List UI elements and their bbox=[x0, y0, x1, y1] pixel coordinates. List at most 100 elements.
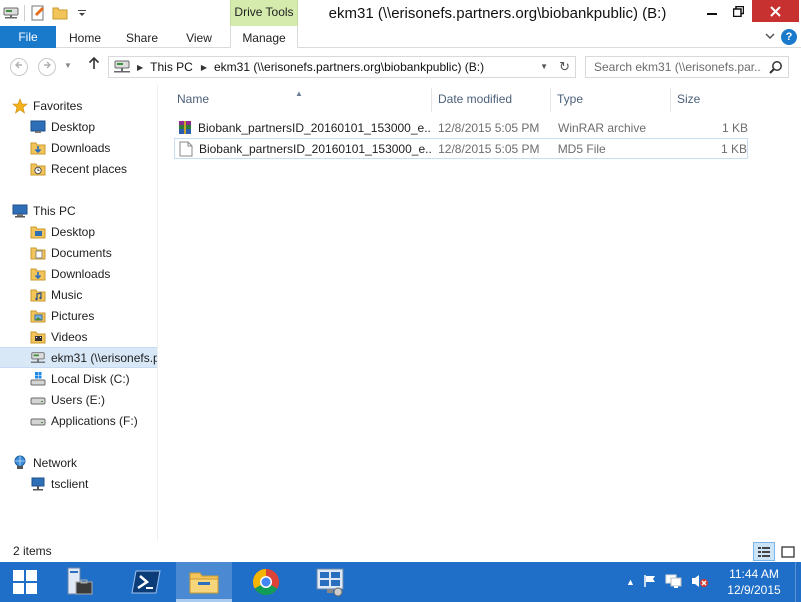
navigation-pane: Favorites Desktop Downloads Recent place… bbox=[0, 85, 158, 541]
taskbar-powershell[interactable] bbox=[118, 562, 174, 602]
nav-pc-applications-f[interactable]: Applications (F:) bbox=[0, 410, 157, 431]
documents-folder-icon bbox=[30, 245, 46, 261]
drive-icon[interactable] bbox=[2, 4, 20, 22]
file-row[interactable]: Biobank_partnersID_20160101_153000_e... … bbox=[174, 138, 748, 159]
toolbar-separator bbox=[24, 5, 25, 21]
generic-file-icon bbox=[178, 141, 194, 157]
recent-locations-chevron-icon[interactable]: ▼ bbox=[64, 61, 72, 70]
nav-favorites-downloads[interactable]: Downloads bbox=[0, 137, 157, 158]
tab-file[interactable]: File bbox=[0, 26, 56, 48]
column-header-size[interactable]: Size bbox=[671, 88, 751, 112]
chrome-icon bbox=[252, 568, 280, 596]
nav-pc-pictures[interactable]: Pictures bbox=[0, 305, 157, 326]
file-size: 1 KB bbox=[721, 120, 748, 135]
close-button[interactable] bbox=[752, 0, 799, 22]
show-desktop-button[interactable] bbox=[795, 562, 801, 602]
nav-this-pc[interactable]: This PC bbox=[0, 200, 157, 221]
network-drive-icon bbox=[113, 60, 131, 74]
restore-button[interactable] bbox=[725, 0, 752, 22]
computer-icon bbox=[12, 203, 28, 219]
address-bar[interactable]: ▶ This PC ▶ ekm31 (\\erisonefs.partners.… bbox=[108, 56, 576, 78]
powershell-icon bbox=[131, 570, 161, 594]
nav-label: Downloads bbox=[51, 266, 111, 281]
nav-label: Favorites bbox=[33, 98, 83, 113]
forward-button[interactable] bbox=[38, 58, 56, 76]
up-button[interactable] bbox=[86, 56, 102, 75]
tab-view[interactable]: View bbox=[172, 26, 226, 48]
tab-manage[interactable]: Manage bbox=[230, 26, 298, 48]
details-view-button[interactable] bbox=[753, 542, 775, 561]
nav-network[interactable]: Network bbox=[0, 452, 157, 473]
column-header-type[interactable]: Type bbox=[551, 88, 671, 112]
column-header-label: Name bbox=[177, 92, 210, 106]
tab-home[interactable]: Home bbox=[58, 26, 112, 48]
help-icon[interactable]: ? bbox=[781, 29, 797, 45]
address-history-chevron-icon[interactable]: ▼ bbox=[540, 62, 548, 71]
minimize-button[interactable] bbox=[698, 0, 725, 22]
videos-folder-icon bbox=[30, 329, 46, 345]
nav-label: Music bbox=[51, 287, 83, 302]
quick-access-toolbar bbox=[0, 0, 91, 26]
expand-ribbon-icon[interactable] bbox=[765, 32, 775, 43]
nav-pc-users-e[interactable]: Users (E:) bbox=[0, 389, 157, 410]
music-folder-icon bbox=[30, 287, 46, 303]
column-header-label: Type bbox=[557, 92, 584, 106]
breadcrumb-separator-icon[interactable]: ▶ bbox=[201, 63, 207, 72]
clock-date: 12/9/2015 bbox=[727, 583, 781, 597]
large-icons-view-button[interactable] bbox=[777, 542, 799, 561]
network-status-icon[interactable] bbox=[665, 573, 683, 592]
breadcrumb-current-drive[interactable]: ekm31 (\\erisonefs.partners.org\biobankp… bbox=[214, 60, 484, 74]
column-header-name[interactable]: ▲ Name bbox=[174, 88, 432, 112]
volume-muted-icon[interactable] bbox=[691, 573, 709, 592]
network-drive-icon bbox=[30, 350, 46, 366]
sort-ascending-icon: ▲ bbox=[295, 89, 303, 98]
file-name: Biobank_partnersID_20160101_153000_e... bbox=[198, 141, 433, 156]
new-folder-icon[interactable] bbox=[51, 4, 69, 22]
nav-favorites-recent-places[interactable]: Recent places bbox=[0, 158, 157, 179]
large-icons-view-icon bbox=[781, 545, 795, 558]
search-input[interactable] bbox=[586, 57, 762, 77]
file-date-modified: 12/8/2015 5:05 PM bbox=[438, 120, 540, 135]
close-icon bbox=[770, 5, 781, 17]
back-button[interactable] bbox=[10, 58, 28, 76]
nav-favorites-desktop[interactable]: Desktop bbox=[0, 116, 157, 137]
nav-pc-local-disk-c[interactable]: Local Disk (C:) bbox=[0, 368, 157, 389]
star-icon bbox=[12, 97, 28, 114]
action-center-flag-icon[interactable] bbox=[643, 574, 657, 591]
item-count: 2 items bbox=[13, 544, 52, 558]
search-icon[interactable] bbox=[769, 60, 783, 77]
taskbar-chrome[interactable] bbox=[238, 562, 294, 602]
nav-network-tsclient[interactable]: tsclient bbox=[0, 473, 157, 494]
refresh-icon[interactable]: ↻ bbox=[559, 59, 570, 75]
tab-share[interactable]: Share bbox=[114, 26, 170, 48]
properties-icon[interactable] bbox=[29, 4, 47, 22]
nav-label: Desktop bbox=[51, 224, 96, 239]
taskbar-remote-desktop[interactable] bbox=[302, 562, 358, 602]
remote-desktop-icon bbox=[316, 568, 344, 597]
nav-label: Recent places bbox=[51, 161, 128, 176]
arrow-left-icon bbox=[15, 61, 22, 69]
search-box[interactable] bbox=[585, 56, 789, 78]
nav-favorites[interactable]: Favorites bbox=[0, 95, 157, 116]
nav-label: Videos bbox=[51, 329, 88, 344]
customize-toolbar-icon[interactable] bbox=[73, 4, 91, 22]
nav-pc-documents[interactable]: Documents bbox=[0, 242, 157, 263]
nav-pc-videos[interactable]: Videos bbox=[0, 326, 157, 347]
taskbar-server-manager[interactable] bbox=[52, 562, 108, 602]
taskbar-file-explorer[interactable] bbox=[176, 562, 232, 602]
recent-places-icon bbox=[30, 161, 46, 177]
file-row[interactable]: Biobank_partnersID_20160101_153000_e... … bbox=[174, 117, 748, 138]
show-hidden-icons-icon[interactable]: ▲ bbox=[626, 577, 635, 587]
nav-pc-music[interactable]: Music bbox=[0, 284, 157, 305]
nav-pc-network-drive-ekm31[interactable]: ekm31 (\\erisonefs.p bbox=[0, 347, 157, 368]
breadcrumb-separator-icon[interactable]: ▶ bbox=[137, 63, 143, 72]
nav-pc-desktop[interactable]: Desktop bbox=[0, 221, 157, 242]
nav-pc-downloads[interactable]: Downloads bbox=[0, 263, 157, 284]
breadcrumb-this-pc[interactable]: This PC bbox=[150, 60, 193, 74]
start-button[interactable] bbox=[0, 562, 50, 602]
column-header-date-modified[interactable]: Date modified bbox=[432, 88, 551, 112]
taskbar-clock[interactable]: 11:44 AM 12/9/2015 bbox=[722, 566, 786, 598]
downloads-folder-icon bbox=[30, 140, 46, 156]
taskbar: ▲ 11:44 AM 12/9/2015 bbox=[0, 562, 801, 602]
file-type: MD5 File bbox=[557, 141, 606, 156]
